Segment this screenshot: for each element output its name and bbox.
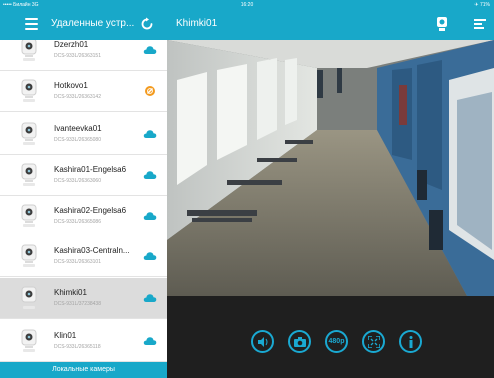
camera-thumbnail-icon [21,286,37,309]
photo-camera-icon [293,336,306,347]
cloud-icon [143,212,157,220]
camera-thumbnail-icon [21,163,37,186]
camera-device-icon[interactable] [436,16,448,32]
video-frame [167,40,494,296]
camera-list-item[interactable]: Dzerzh01 DCS-933L/26363151 [0,40,167,71]
camera-list-item[interactable]: Kashira02-Engelsa6 DCS-933L/26365086 [0,196,167,237]
cloud-icon [143,171,157,179]
local-cameras-button[interactable]: Локальные камеры [0,362,167,378]
resolution-button[interactable]: 480p [325,330,348,353]
camera-name: Hotkovo1 [54,81,88,90]
camera-model: DCS-933L/26365086 [54,219,101,225]
cloud-icon [143,294,157,302]
camera-name: Khimki01 [54,288,87,297]
hamburger-menu-icon[interactable] [25,18,38,30]
speaker-icon [257,336,267,347]
cloud-icon [143,252,157,260]
camera-video-feed[interactable] [167,40,494,296]
camera-list-item[interactable]: Khimki01 DCS-931L/37238438 [0,278,167,319]
camera-thumbnail-icon [21,122,37,145]
status-bar: ••••• Билайн 3G 16:20 ✈ 71% [0,0,494,10]
camera-thumbnail-icon [21,40,37,61]
snapshot-button[interactable] [288,330,311,353]
camera-list-item[interactable]: Kashira01-Engelsa6 DCS-933L/26363060 [0,155,167,196]
fullscreen-button[interactable] [362,330,385,353]
cloud-icon [143,46,157,54]
camera-list-item[interactable]: Klin01 DCS-933L/26365118 [0,321,167,362]
camera-model: DCS-933L/26363060 [54,178,101,184]
battery-label: ✈ 71% [474,2,490,8]
cloud-icon [143,130,157,138]
offline-status-icon [145,86,155,96]
playback-controls: 480p [167,296,494,378]
camera-name: Dzerzh01 [54,40,89,49]
clock: 16:20 [240,2,254,8]
camera-thumbnail-icon [21,329,37,352]
camera-thumbnail-icon [21,79,37,102]
camera-model: DCS-933L/26363101 [54,259,101,265]
camera-name: Klin01 [54,331,77,340]
camera-model: DCS-931L/37238438 [54,301,101,307]
camera-thumbnail-icon [21,204,37,227]
camera-thumbnail-icon [21,244,37,267]
camera-view-header: Khimki01 [167,10,494,40]
camera-model: DCS-933L/26363142 [54,94,101,100]
camera-list: Dzerzh01 DCS-933L/26363151 Hotkovo1 DCS-933… [0,40,167,362]
camera-name: Kashira01-Engelsa6 [54,165,127,174]
device-list-header: Удаленные устр... [0,10,167,40]
camera-model: DCS-933L/26365118 [54,344,101,350]
camera-title: Khimki01 [176,18,218,29]
camera-name: Ivanteevka01 [54,124,102,133]
info-panel-icon[interactable] [474,19,486,30]
camera-list-item[interactable]: Hotkovo1 DCS-933L/26363142 [0,71,167,112]
fullscreen-icon [367,335,380,348]
camera-name: Kashira03-Centraln... [54,246,130,255]
info-button[interactable] [399,330,422,353]
audio-button[interactable] [251,330,274,353]
info-icon [409,335,412,348]
refresh-icon[interactable] [140,17,154,31]
cloud-icon [143,337,157,345]
camera-model: DCS-933L/26365080 [54,137,101,143]
camera-name: Kashira02-Engelsa6 [54,206,127,215]
camera-list-item[interactable]: Kashira03-Centraln... DCS-933L/26363101 [0,236,167,277]
camera-list-item[interactable]: Ivanteevka01 DCS-933L/26365080 [0,114,167,155]
device-list-title: Удаленные устр... [51,18,135,29]
camera-model: DCS-933L/26363151 [54,53,101,59]
